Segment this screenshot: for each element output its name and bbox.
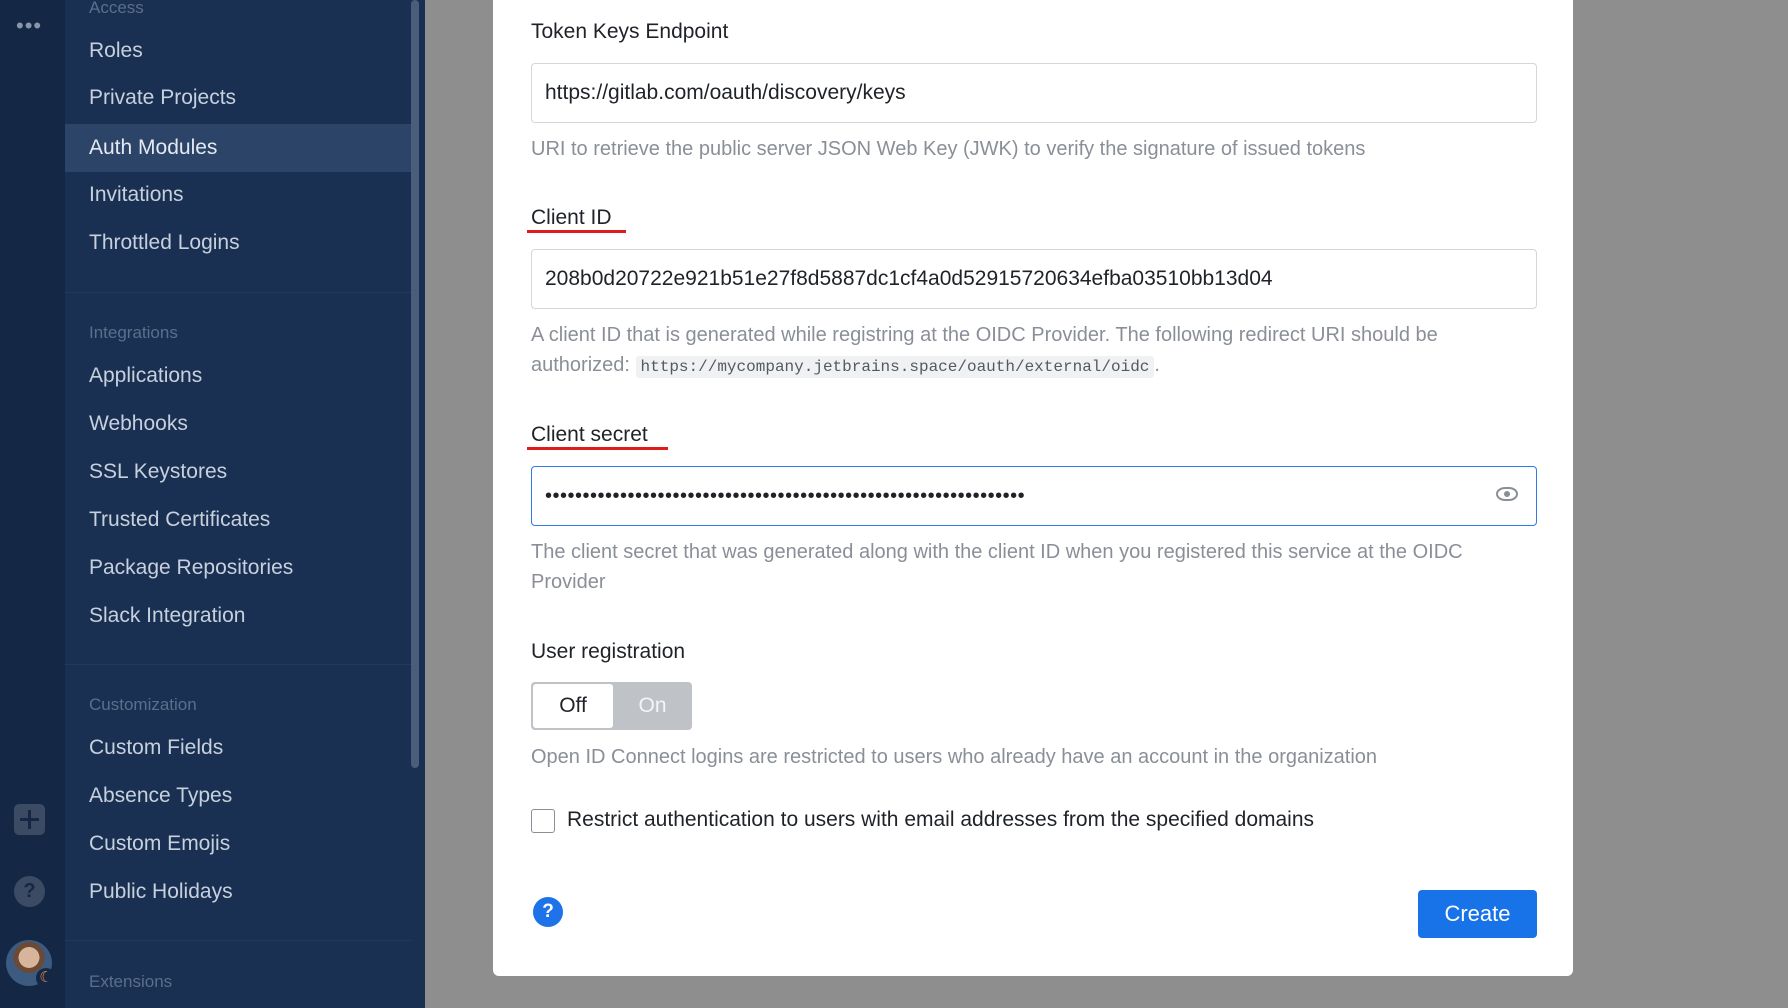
sidebar-section-customization: Customization bbox=[89, 695, 197, 714]
sidebar-item-custom-fields[interactable]: Custom Fields bbox=[65, 724, 411, 772]
client-id-help: A client ID that is generated while regi… bbox=[531, 320, 1541, 382]
sidebar-section-access: Access bbox=[89, 0, 144, 17]
add-icon[interactable] bbox=[14, 804, 45, 835]
sidebar-scrollbar[interactable] bbox=[411, 0, 419, 768]
toggle-on-option[interactable]: On bbox=[613, 682, 692, 730]
sidebar-item-invitations[interactable]: Invitations bbox=[65, 171, 411, 219]
sidebar-item-roles[interactable]: Roles bbox=[65, 27, 411, 75]
client-secret-label: Client secret bbox=[531, 423, 648, 446]
user-registration-label: User registration bbox=[531, 640, 686, 663]
sidebar-divider bbox=[65, 292, 411, 293]
sidebar-item-auth-modules[interactable]: Auth Modules bbox=[65, 124, 411, 172]
sidebar-item-webhooks[interactable]: Webhooks bbox=[65, 400, 411, 448]
client-secret-input[interactable]: ••••••••••••••••••••••••••••••••••••••••… bbox=[531, 466, 1537, 526]
redirect-uri-code: https://mycompany.jetbrains.space/oauth/… bbox=[635, 356, 1155, 378]
client-id-label: Client ID bbox=[531, 206, 612, 229]
client-secret-annotation-underline bbox=[527, 447, 668, 450]
sidebar-item-private-projects[interactable]: Private Projects bbox=[65, 74, 411, 122]
token-keys-help: URI to retrieve the public server JSON W… bbox=[531, 138, 1366, 160]
eye-icon[interactable] bbox=[1496, 487, 1518, 501]
sidebar-item-throttled-logins[interactable]: Throttled Logins bbox=[65, 219, 411, 267]
user-registration-help: Open ID Connect logins are restricted to… bbox=[531, 746, 1378, 768]
restrict-domains-label[interactable]: Restrict authentication to users with em… bbox=[567, 808, 1314, 832]
sidebar-item-package-repositories[interactable]: Package Repositories bbox=[65, 544, 411, 592]
client-id-input[interactable]: 208b0d20722e921b51e27f8d5887dc1cf4a0d529… bbox=[531, 249, 1537, 309]
help-icon[interactable]: ? bbox=[533, 897, 563, 927]
help-icon[interactable]: ? bbox=[14, 876, 45, 907]
client-secret-masked-value: ••••••••••••••••••••••••••••••••••••••••… bbox=[545, 485, 1026, 507]
sidebar-section-integrations: Integrations bbox=[89, 323, 178, 342]
toggle-off-option[interactable]: Off bbox=[533, 684, 613, 728]
sidebar-item-slack-integration[interactable]: Slack Integration bbox=[65, 592, 411, 640]
sidebar-section-extensions: Extensions bbox=[89, 972, 173, 991]
client-id-annotation-underline bbox=[527, 230, 626, 233]
client-secret-help: The client secret that was generated alo… bbox=[531, 541, 1463, 593]
icon-rail: ••• ? ☾ bbox=[0, 0, 65, 1008]
sidebar-item-public-holidays[interactable]: Public Holidays bbox=[65, 868, 411, 916]
sidebar-item-applications[interactable]: Applications bbox=[65, 352, 411, 400]
sidebar-divider bbox=[65, 664, 411, 665]
admin-sidebar: Access Roles Private Projects Auth Modul… bbox=[65, 0, 425, 1008]
token-keys-input[interactable]: https://gitlab.com/oauth/discovery/keys bbox=[531, 63, 1537, 123]
restrict-domains-checkbox[interactable] bbox=[531, 809, 555, 833]
more-icon[interactable]: ••• bbox=[16, 15, 42, 37]
sidebar-item-custom-emojis[interactable]: Custom Emojis bbox=[65, 820, 411, 868]
avatar[interactable]: ☾ bbox=[6, 940, 56, 988]
sidebar-divider bbox=[65, 940, 411, 941]
user-registration-toggle[interactable]: Off On bbox=[531, 682, 692, 730]
moon-status-icon: ☾ bbox=[36, 968, 56, 988]
sidebar-item-ssl-keystores[interactable]: SSL Keystores bbox=[65, 448, 411, 496]
create-button[interactable]: Create bbox=[1418, 890, 1537, 938]
sidebar-item-absence-types[interactable]: Absence Types bbox=[65, 772, 411, 820]
auth-module-dialog: Token Keys Endpoint https://gitlab.com/o… bbox=[493, 0, 1573, 976]
token-keys-label: Token Keys Endpoint bbox=[531, 20, 729, 43]
sidebar-item-trusted-certificates[interactable]: Trusted Certificates bbox=[65, 496, 411, 544]
client-id-help-period: . bbox=[1154, 354, 1160, 376]
